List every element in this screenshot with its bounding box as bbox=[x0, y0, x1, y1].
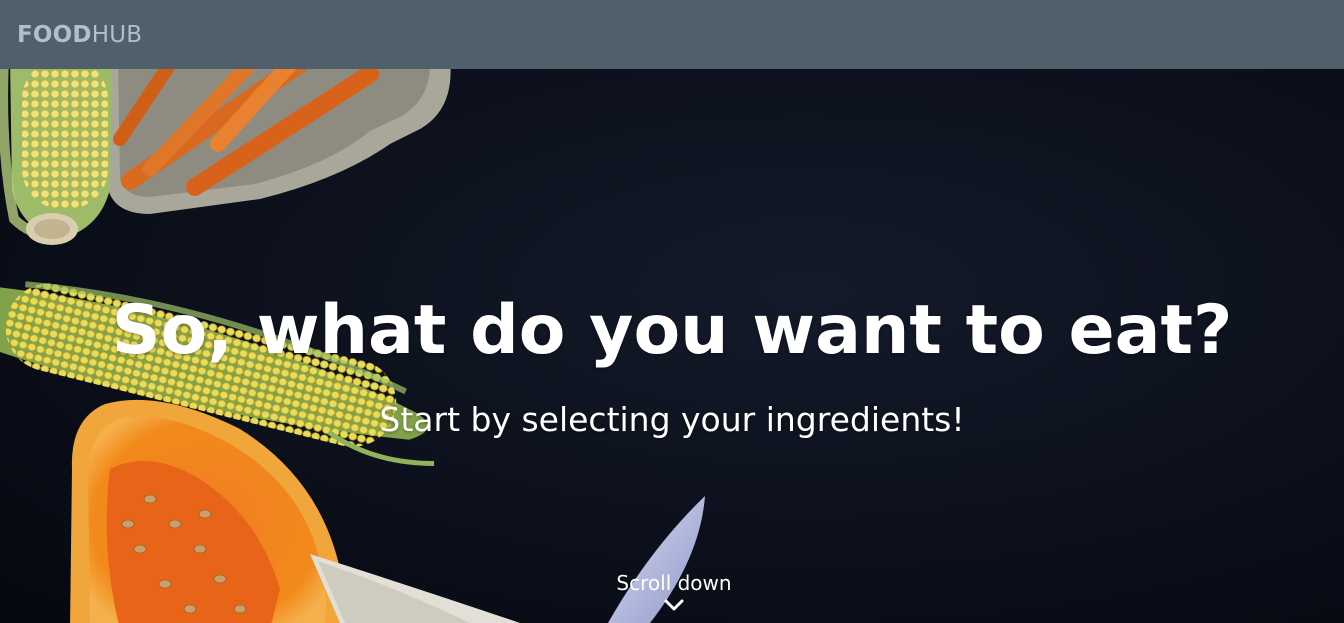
hero-section: So, what do you want to eat? Start by se… bbox=[0, 69, 1344, 623]
top-navbar: FOODHUB bbox=[0, 0, 1344, 69]
scroll-down-label: Scroll down bbox=[616, 571, 732, 595]
brand-logo-link[interactable]: FOODHUB bbox=[17, 22, 142, 48]
scroll-down-button[interactable]: Scroll down bbox=[574, 570, 774, 612]
brand-bold-text: FOOD bbox=[17, 21, 92, 48]
brand-light-text: HUB bbox=[91, 21, 143, 48]
hero-subheadline: Start by selecting your ingredients! bbox=[379, 400, 965, 439]
hero-headline: So, what do you want to eat? bbox=[111, 291, 1233, 370]
chevron-down-icon bbox=[664, 599, 684, 611]
